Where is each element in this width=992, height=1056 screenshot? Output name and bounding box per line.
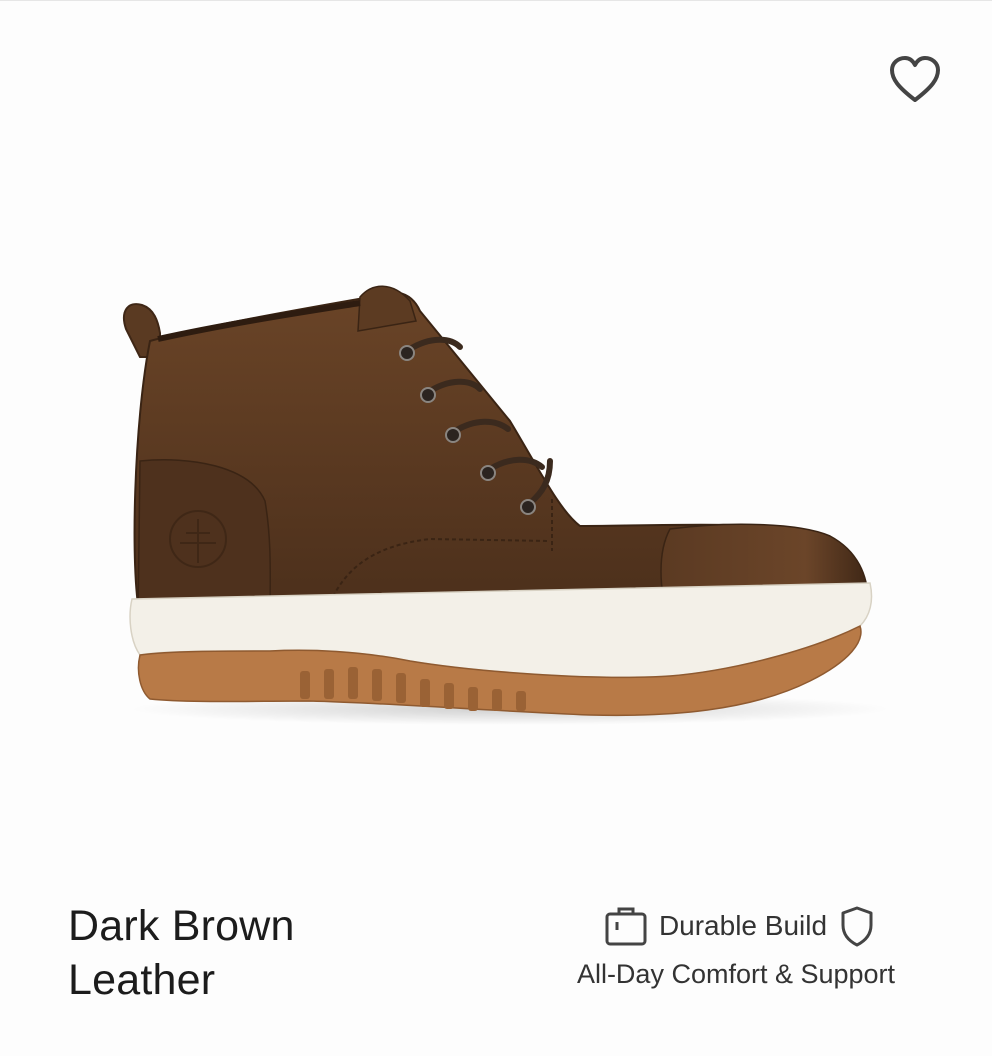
product-title-line-1: Dark Brown xyxy=(68,902,295,950)
product-card[interactable]: Dark Brown Leather Durable Build All-Day… xyxy=(0,0,992,1056)
briefcase-icon xyxy=(605,906,647,946)
product-title: Dark Brown Leather xyxy=(68,899,408,1007)
product-image[interactable] xyxy=(110,271,890,731)
feature-durable: Durable Build xyxy=(560,901,920,951)
favorite-button[interactable] xyxy=(886,53,944,107)
durable-label: Durable Build xyxy=(658,910,828,941)
feature-list: Durable Build All-Day Comfort & Support xyxy=(560,901,920,990)
heel-panel xyxy=(137,459,272,617)
shield-icon xyxy=(839,905,875,947)
comfort-label: All-Day Comfort & Support xyxy=(576,959,896,989)
product-title-line-2: Leather xyxy=(68,956,216,1004)
heart-outline-icon xyxy=(890,56,940,102)
